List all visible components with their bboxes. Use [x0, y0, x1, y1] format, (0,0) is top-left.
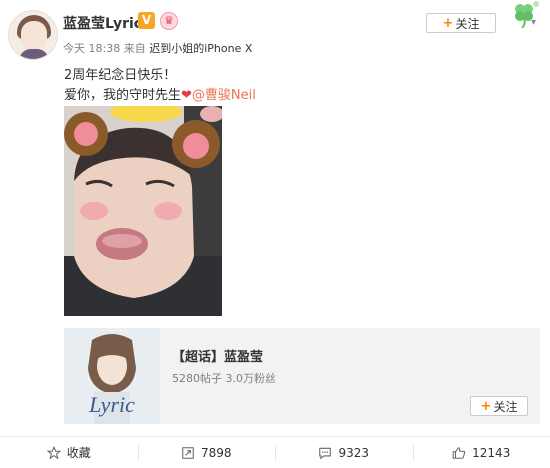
super-topic-title[interactable]: 【超话】蓝盈莹	[172, 346, 263, 365]
favorite-label: 收藏	[66, 446, 91, 460]
repost-count: 7898	[200, 445, 232, 460]
like-button[interactable]: 12143	[412, 437, 550, 468]
lyric-logo: Lyric	[88, 392, 135, 417]
plus-icon: +	[442, 15, 454, 31]
crown-icon: ♛	[160, 12, 178, 30]
action-bar: 收藏 7898 9323 12143	[0, 436, 550, 468]
heart-icon: ❤	[181, 88, 192, 103]
post-text-line2: 爱你，我的守时先生❤@曹骏Neil	[64, 84, 256, 103]
repost-button[interactable]: 7898	[137, 437, 276, 468]
mention-link[interactable]: @曹骏Neil	[192, 88, 256, 103]
source-prefix: 来自	[123, 42, 146, 55]
clover-icon	[515, 1, 539, 28]
weibo-post-card: 蓝盈莹Lyric V ♛ 今天 18:38 来自 迟到小姐的iPhone X +…	[0, 0, 550, 468]
post-text-line1: 2周年纪念日快乐！	[64, 68, 177, 83]
super-topic-card[interactable]: Lyric 【超话】蓝盈莹 5280帖子 3.0万粉丝 + 关注	[64, 328, 540, 424]
super-topic-follow-button[interactable]: + 关注	[470, 396, 528, 416]
chevron-down-icon[interactable]: ▾	[531, 17, 536, 28]
follow-button[interactable]: + 关注	[426, 13, 496, 33]
avatar[interactable]	[8, 10, 58, 60]
follow-label: 关注	[493, 399, 518, 414]
photo-image	[64, 106, 222, 316]
super-topic-stats: 5280帖子 3.0万粉丝	[172, 372, 276, 385]
username[interactable]: 蓝盈莹Lyric	[63, 13, 142, 33]
comment-count: 9323	[338, 445, 370, 460]
post-photo[interactable]	[64, 106, 222, 316]
plus-icon: +	[480, 398, 492, 414]
favorite-button[interactable]: 收藏	[0, 437, 138, 468]
follow-label: 关注	[455, 16, 480, 31]
super-topic-thumbnail: Lyric	[64, 328, 160, 424]
post-text-content: 爱你，我的守时先生	[64, 88, 182, 103]
star-icon	[46, 445, 61, 459]
comment-button[interactable]: 9323	[275, 437, 413, 468]
post-meta: 今天 18:38 来自 迟到小姐的iPhone X	[63, 40, 252, 56]
comment-icon	[319, 447, 332, 459]
repost-icon	[182, 446, 194, 459]
post-source[interactable]: 迟到小姐的iPhone X	[149, 42, 252, 55]
post-time[interactable]: 今天 18:38	[63, 42, 120, 55]
like-count: 12143	[472, 445, 511, 460]
thumbs-up-icon	[452, 446, 466, 459]
verified-badge: V	[138, 12, 155, 29]
